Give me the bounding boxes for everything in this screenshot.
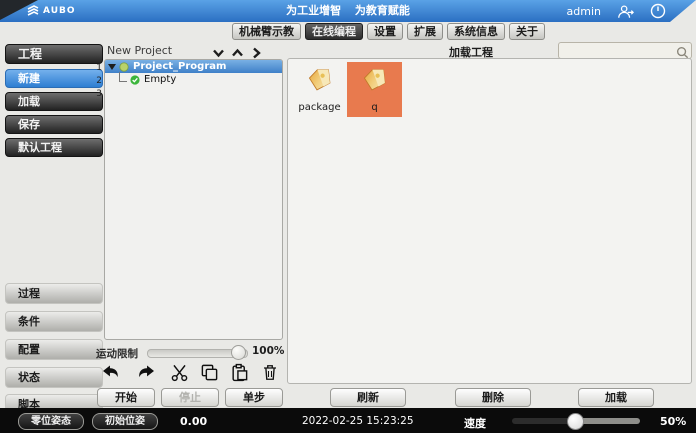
- tree-row-project-program[interactable]: Project_Program: [105, 60, 282, 73]
- tree-branch-line: [119, 72, 127, 82]
- redo-button[interactable]: [133, 362, 157, 383]
- tree-nav-controls: [212, 44, 263, 56]
- search-input[interactable]: [561, 43, 677, 58]
- step-button[interactable]: 单步: [225, 388, 283, 407]
- sidebar-item-new[interactable]: 新建: [5, 69, 103, 88]
- project-title: New Project: [107, 44, 172, 57]
- zero-pose-button[interactable]: 零位姿态: [18, 413, 84, 430]
- tab-online-programming[interactable]: 在线编程: [305, 23, 363, 40]
- sidebar-item-project[interactable]: 工程: [5, 44, 103, 64]
- chevron-right-icon[interactable]: [250, 44, 263, 56]
- user-logout-icon[interactable]: [617, 4, 634, 19]
- chevron-down-icon[interactable]: [212, 44, 225, 56]
- search-box: [558, 42, 692, 59]
- start-button[interactable]: 开始: [97, 388, 155, 407]
- tab-teach[interactable]: 机械臂示教: [232, 23, 301, 40]
- sidebar-item-config[interactable]: 配置: [5, 339, 103, 360]
- sidebar-item-process[interactable]: 过程: [5, 283, 103, 304]
- tab-system-info[interactable]: 系统信息: [447, 23, 505, 40]
- init-pose-button[interactable]: 初始位姿: [92, 413, 158, 430]
- package-file-icon: [303, 64, 337, 99]
- main-tab-bar: 机械臂示教 在线编程 设置 扩展 系统信息 关于: [232, 23, 545, 40]
- sidebar-item-default-project[interactable]: 默认工程: [5, 138, 103, 157]
- cut-button[interactable]: [167, 362, 191, 383]
- program-tree: Project_Program Empty: [104, 59, 283, 340]
- stop-button[interactable]: 停止: [161, 388, 219, 407]
- tree-row-empty[interactable]: Empty: [105, 73, 282, 86]
- speed-slider-thumb[interactable]: [567, 413, 584, 430]
- delete-trash-button[interactable]: [258, 362, 282, 383]
- file-item-label: q: [371, 102, 377, 113]
- tab-about[interactable]: 关于: [509, 23, 545, 40]
- tree-node-label: Project_Program: [133, 61, 226, 72]
- motion-limit-value: 100%: [252, 345, 284, 357]
- topbar-right-cluster: admin: [567, 0, 666, 22]
- line-number-gutter: 1 2 3: [95, 62, 102, 101]
- program-node-icon: [119, 62, 129, 72]
- sidebar-item-save[interactable]: 保存: [5, 115, 103, 134]
- delete-button[interactable]: 删除: [455, 388, 531, 407]
- package-file-icon: [358, 64, 392, 99]
- file-item-package[interactable]: package: [292, 62, 347, 117]
- copy-button[interactable]: [197, 362, 221, 383]
- status-timestamp: 2022-02-25 15:23:25: [302, 415, 414, 427]
- line-number: 1: [95, 62, 102, 75]
- tab-settings[interactable]: 设置: [367, 23, 403, 40]
- file-item-label: package: [298, 102, 340, 113]
- sidebar-item-condition[interactable]: 条件: [5, 311, 103, 332]
- check-circle-icon: [130, 75, 140, 85]
- tab-extensions[interactable]: 扩展: [407, 23, 443, 40]
- speed-value: 50%: [660, 415, 686, 428]
- undo-button[interactable]: [99, 362, 123, 383]
- tree-node-label: Empty: [144, 74, 176, 85]
- paste-button[interactable]: [227, 362, 251, 383]
- expand-arrow-icon[interactable]: [108, 64, 116, 70]
- refresh-button[interactable]: 刷新: [330, 388, 406, 407]
- motion-limit-slider-thumb[interactable]: [231, 345, 246, 360]
- power-icon[interactable]: [650, 3, 666, 19]
- file-item-q[interactable]: q: [347, 62, 402, 117]
- sidebar-item-status[interactable]: 状态: [5, 367, 103, 388]
- username-label: admin: [567, 5, 601, 18]
- project-file-list: package q: [287, 58, 692, 384]
- load-button[interactable]: 加载: [578, 388, 654, 407]
- sidebar-item-load[interactable]: 加载: [5, 92, 103, 111]
- status-bar: 零位姿态 初始位姿 0.00 2022-02-25 15:23:25 速度 50…: [0, 408, 696, 433]
- status-value: 0.00: [180, 415, 207, 428]
- motion-limit-label: 运动限制: [96, 346, 138, 361]
- app-window: AUBO 为工业增智 为教育赋能 admin 机械臂示教 在线编程 设置 扩展 …: [0, 0, 696, 433]
- line-number: 3: [95, 88, 102, 101]
- speed-label: 速度: [464, 415, 486, 431]
- line-number: 2: [95, 75, 102, 88]
- chevron-up-icon[interactable]: [231, 44, 244, 56]
